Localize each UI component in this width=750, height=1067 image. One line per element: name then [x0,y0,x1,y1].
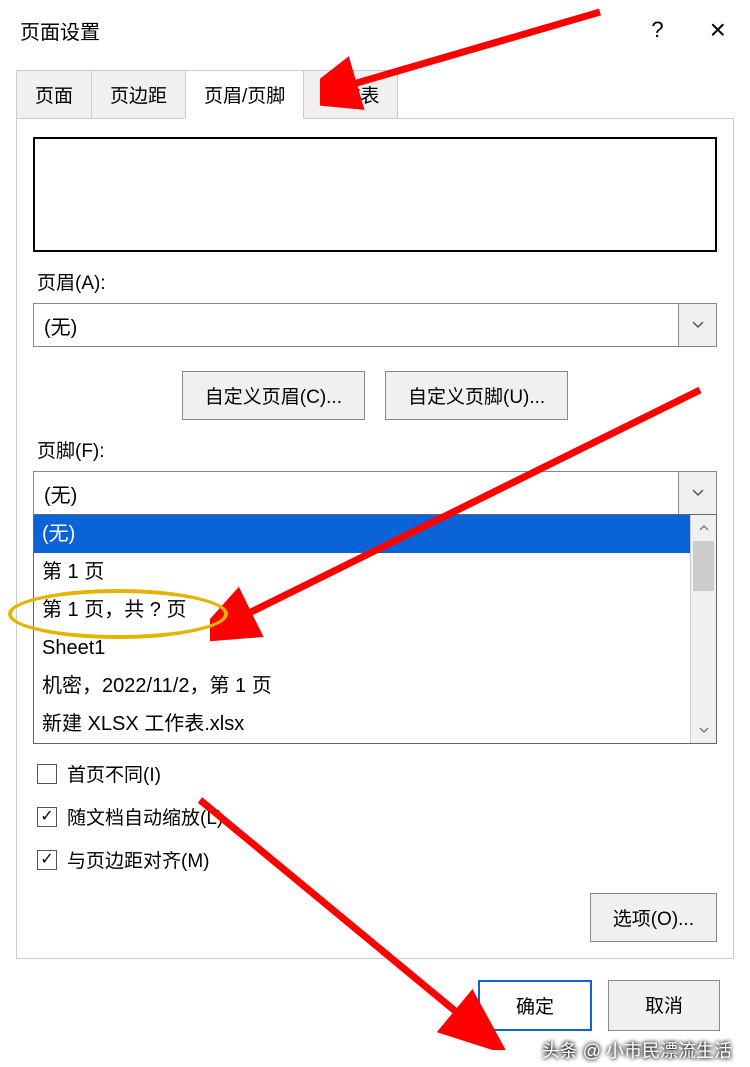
cancel-button[interactable]: 取消 [608,980,720,1031]
tab-header-footer[interactable]: 页眉/页脚 [185,70,304,119]
header-combo-dropdown-button[interactable] [678,304,716,346]
checkbox-align-margins[interactable]: 与页边距对齐(M) [37,846,713,873]
help-button[interactable]: ? [643,13,671,47]
scroll-thumb[interactable] [693,541,714,591]
tab-margins[interactable]: 页边距 [91,70,186,119]
checkbox-label: 首页不同(I) [67,760,161,787]
footer-option-page[interactable]: 第 1 页 [34,553,690,591]
chevron-down-icon [692,489,704,497]
scroll-down-arrow[interactable] [691,717,716,743]
footer-combo[interactable]: (无) [33,471,717,515]
checkbox-different-first[interactable]: 首页不同(I) [37,760,713,787]
titlebar: 页面设置 ? × [0,0,750,60]
footer-dropdown-list[interactable]: (无) 第 1 页 第 1 页，共 ? 页 Sheet1 机密，2022/11/… [33,514,717,744]
footer-label: 页脚(F): [37,436,717,463]
chevron-down-icon [692,321,704,329]
checkbox-label: 随文档自动缩放(L) [67,803,223,830]
footer-option-sheetname[interactable]: Sheet1 [34,629,690,667]
footer-option-confidential[interactable]: 机密，2022/11/2，第 1 页 [34,667,690,705]
ok-button[interactable]: 确定 [478,980,592,1031]
footer-combo-value: (无) [34,479,678,508]
header-combo[interactable]: (无) [33,303,717,347]
checkbox-scale-with-doc[interactable]: 随文档自动缩放(L) [37,803,713,830]
dialog-title: 页面设置 [20,16,100,45]
dialog-footer: 确定 取消 [0,960,750,1031]
header-combo-value: (无) [34,311,678,340]
options-button[interactable]: 选项(O)... [590,893,717,942]
checkbox-icon [37,850,57,870]
scroll-track[interactable] [691,541,716,717]
checkbox-icon [37,764,57,784]
footer-dropdown-items: (无) 第 1 页 第 1 页，共 ? 页 Sheet1 机密，2022/11/… [34,515,690,743]
footer-option-page-of[interactable]: 第 1 页，共 ? 页 [34,591,690,629]
custom-buttons-row: 自定义页眉(C)... 自定义页脚(U)... [33,371,717,420]
header-preview [33,137,717,252]
watermark: 头条 @ 小市民漂流生活 [542,1037,732,1063]
footer-option-none[interactable]: (无) [34,515,690,553]
tab-content: 页眉(A): (无) 自定义页眉(C)... 自定义页脚(U)... 页脚(F)… [16,118,734,959]
custom-header-button[interactable]: 自定义页眉(C)... [182,371,365,420]
checkbox-icon [37,807,57,827]
chevron-up-icon [699,525,709,531]
header-label: 页眉(A): [37,268,717,295]
tab-page[interactable]: 页面 [16,70,92,119]
scroll-up-arrow[interactable] [691,515,716,541]
checkbox-label: 与页边距对齐(M) [67,846,209,873]
chevron-down-icon [699,727,709,733]
footer-option-filename[interactable]: 新建 XLSX 工作表.xlsx [34,705,690,743]
dropdown-scrollbar[interactable] [690,515,716,743]
options-row: 选项(O)... [33,893,717,942]
titlebar-controls: ? × [643,10,734,50]
custom-footer-button[interactable]: 自定义页脚(U)... [385,371,568,420]
tab-sheet[interactable]: 工作表 [303,70,398,119]
close-button[interactable]: × [702,10,734,50]
footer-combo-dropdown-button[interactable] [678,472,716,514]
tab-strip: 页面 页边距 页眉/页脚 工作表 [0,60,750,119]
